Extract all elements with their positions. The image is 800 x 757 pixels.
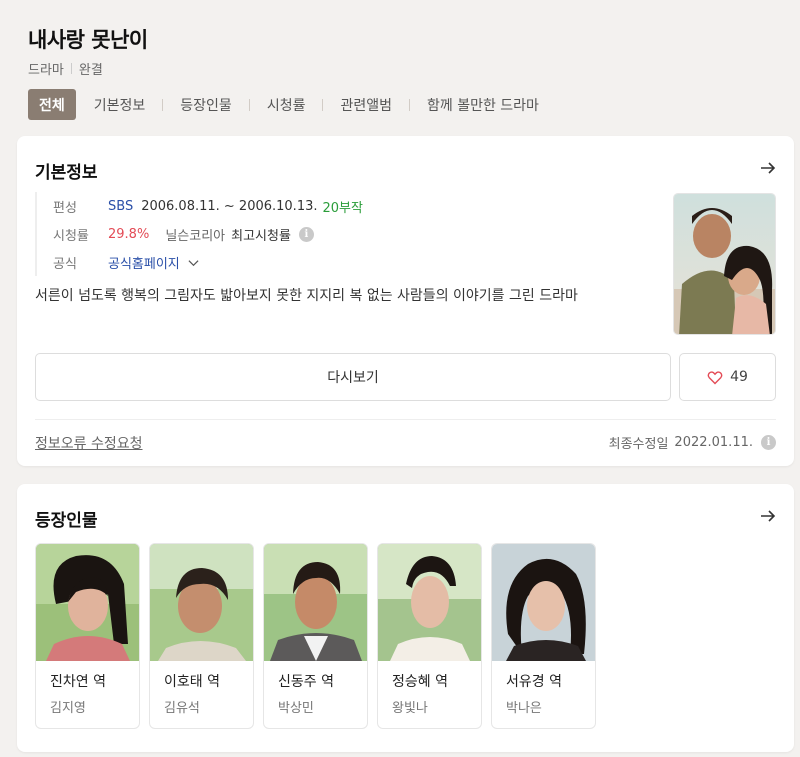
cast-role: 서유경 역 [506,674,562,690]
info-row-rating: 시청률 29.8% 닐슨코리아 최고시청률 i [53,220,363,248]
basic-info-heading: 기본정보 [35,163,98,183]
like-count: 49 [730,369,748,385]
cast-photo [378,544,481,661]
divider [248,98,250,111]
divider [322,98,324,111]
cast-role: 정승혜 역 [392,674,448,690]
heart-icon [707,370,723,384]
like-button[interactable]: 49 [679,353,776,401]
subtitle: 드라마 완결 [28,59,103,78]
cast-member-card[interactable]: 서유경 역 박나은 [491,543,596,729]
tab-basic-info[interactable]: 기본정보 [94,89,146,120]
tab-similar-dramas[interactable]: 함께 볼만한 드라마 [427,89,539,120]
poster-image[interactable] [673,193,776,335]
cast-member-card[interactable]: 정승혜 역 왕빛나 [377,543,482,729]
cast-photo [36,544,139,661]
tab-ratings[interactable]: 시청률 [267,89,306,120]
cast-member-card[interactable]: 이호태 역 김유석 [149,543,254,729]
updated-date: 2022.01.11. [674,435,753,450]
info-list: 편성 SBS 2006.08.11. ~ 2006.10.13. 20부작 시청… [35,192,363,276]
cast-photo [150,544,253,661]
tab-cast[interactable]: 등장인물 [180,89,232,120]
cast-actor: 박상민 [278,701,314,716]
cast-card: 등장인물 진차연 역 김지영 이호태 역 김유석 신동주 역 박상민 정승혜 역… [17,484,794,752]
divider [35,419,776,420]
rating-value: 29.8% [108,226,150,242]
cast-role: 신동주 역 [278,674,334,690]
cast-photo [264,544,367,661]
report-error-link[interactable]: 정보오류 수정요청 [35,433,143,453]
channel-link[interactable]: SBS [108,199,133,214]
cast-photo [492,544,595,661]
info-icon[interactable]: i [298,226,314,242]
arrow-right-icon[interactable] [758,158,778,178]
cast-heading: 등장인물 [35,511,98,531]
tab-albums[interactable]: 관련앨범 [340,89,392,120]
replay-button[interactable]: 다시보기 [35,353,671,401]
cast-actor: 박나은 [506,701,542,716]
cast-role: 이호태 역 [164,674,220,690]
cast-member-card[interactable]: 신동주 역 박상민 [263,543,368,729]
info-row-broadcast: 편성 SBS 2006.08.11. ~ 2006.10.13. 20부작 [53,192,363,220]
genre-label: 드라마 [28,63,64,78]
arrow-right-icon[interactable] [758,506,778,526]
page-title: 내사랑 못난이 [28,28,148,52]
divider [162,98,164,111]
info-row-official: 공식 공식홈페이지 [53,248,363,276]
broadcast-label: 편성 [53,200,77,216]
cast-actor: 왕빛나 [392,701,428,716]
updated-label: 최종수정일 [608,437,669,452]
tab-bar: 전체 기본정보 등장인물 시청률 관련앨범 함께 볼만한 드라마 [28,89,539,120]
status-label: 완결 [78,63,103,78]
official-label: 공식 [53,256,77,272]
chevron-down-icon[interactable] [188,257,199,268]
broadcast-period: 2006.08.11. ~ 2006.10.13. [141,198,318,214]
cast-member-card[interactable]: 진차연 역 김지영 [35,543,140,729]
tab-all[interactable]: 전체 [28,89,76,120]
divider [409,98,410,111]
cast-role: 진차연 역 [50,674,106,690]
rating-type: 최고시청률 [231,228,291,244]
synopsis: 서른이 넘도록 행복의 그림자도 밟아보지 못한 지지리 복 없는 사람들의 이… [35,288,578,304]
rating-label: 시청률 [53,228,89,244]
last-updated: 최종수정일 2022.01.11. i [609,433,776,452]
cast-actor: 김지영 [50,701,86,716]
basic-info-card: 기본정보 편성 SBS 2006.08.11. ~ 2006.10.13. 20… [17,136,794,466]
divider [70,63,72,74]
page-header: 내사랑 못난이 드라마 완결 전체 기본정보 등장인물 시청률 관련앨범 함께 … [0,0,800,125]
cast-actor: 김유석 [164,701,200,716]
info-icon[interactable]: i [761,435,776,450]
official-homepage-link[interactable]: 공식홈페이지 [108,253,180,272]
episode-count: 20부작 [322,200,363,216]
rating-source: 닐슨코리아 [165,228,226,244]
